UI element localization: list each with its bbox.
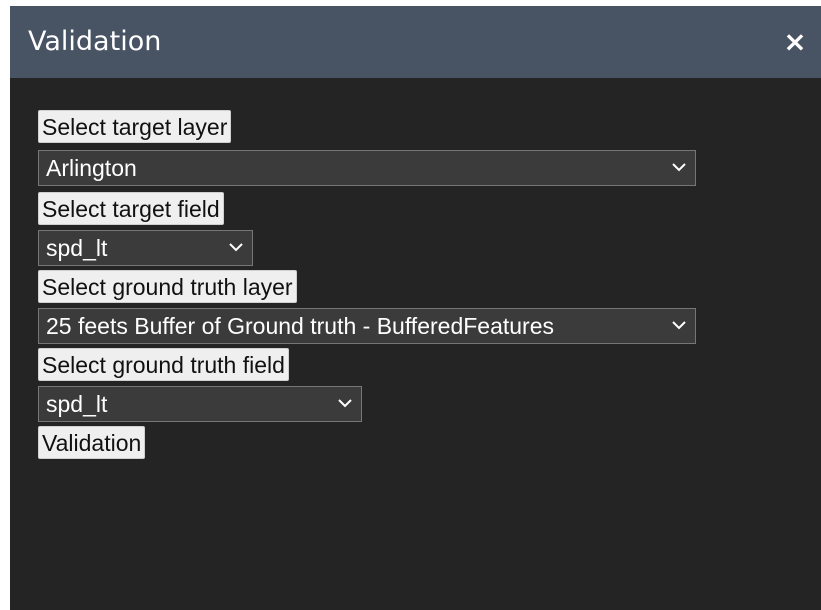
panel-title: Validation	[28, 26, 162, 57]
select-ground-truth-field-button[interactable]: Select ground truth field	[38, 348, 289, 381]
ground-truth-field-select[interactable]: spd_lt	[38, 386, 362, 422]
close-icon[interactable]: ×	[783, 27, 807, 57]
target-layer-value: Arlington	[46, 155, 137, 181]
select-target-layer-button[interactable]: Select target layer	[38, 110, 232, 143]
target-field-select[interactable]: spd_lt	[38, 230, 253, 266]
validation-panel: Validation × Select target layer Arlingt…	[10, 6, 821, 610]
ground-truth-layer-value: 25 feets Buffer of Ground truth - Buffer…	[46, 313, 554, 339]
chevron-down-icon	[229, 243, 243, 252]
target-field-value: spd_lt	[46, 235, 108, 261]
target-layer-select[interactable]: Arlington	[38, 150, 696, 186]
ground-truth-field-value: spd_lt	[46, 391, 108, 417]
select-ground-truth-layer-button[interactable]: Select ground truth layer	[38, 270, 297, 303]
chevron-down-icon	[672, 163, 686, 172]
validation-button[interactable]: Validation	[38, 426, 146, 459]
chevron-down-icon	[672, 321, 686, 330]
ground-truth-layer-select[interactable]: 25 feets Buffer of Ground truth - Buffer…	[38, 308, 696, 344]
chevron-down-icon	[338, 399, 352, 408]
panel-header: Validation ×	[10, 6, 821, 78]
select-target-field-button[interactable]: Select target field	[38, 192, 224, 225]
